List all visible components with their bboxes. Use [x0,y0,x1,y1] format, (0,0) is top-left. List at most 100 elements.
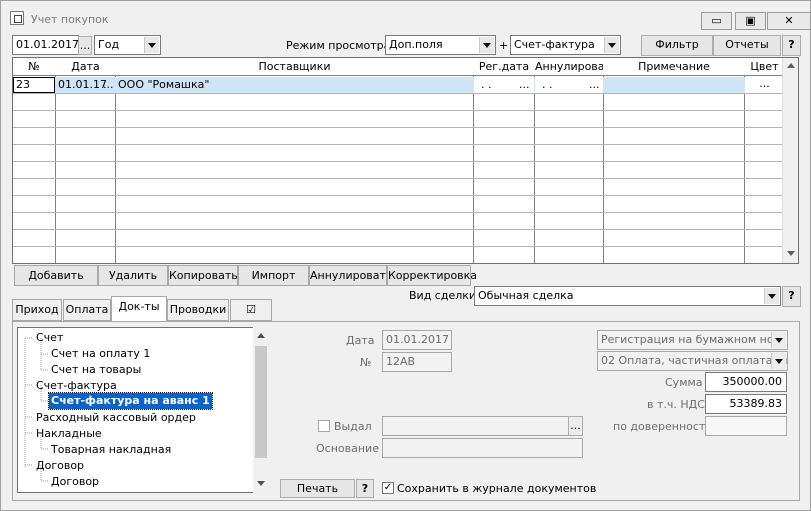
tree-node-advance-invoice[interactable]: Счет-фактура на аванс 1 [48,392,213,410]
tree-node-goods-invoice[interactable]: Счет на товары [51,362,141,378]
issued-field[interactable] [382,416,569,436]
tree-node-goods-waybill[interactable]: Товарная накладная [51,442,171,458]
documents-tree: Счет Счет на оплату 1 Счет на товары Сче… [17,327,269,493]
scroll-thumb[interactable] [255,346,267,458]
table-row[interactable] [13,196,785,213]
registration-select[interactable]: Регистрация на бумажном носит [597,330,788,350]
table-row[interactable] [13,179,785,196]
tab-income[interactable]: Приход [12,299,62,321]
table-row[interactable] [13,213,785,230]
save-journal-checkbox[interactable]: ✓ [382,482,394,494]
table-row[interactable] [13,111,785,128]
doc-date-label: Дата [346,334,375,347]
scroll-down-icon[interactable] [257,481,265,486]
sum-label: Сумма [665,376,703,389]
vat-label: в т.ч. НДС [647,398,705,411]
import-button[interactable]: Импорт [238,265,309,286]
basis-label: Основание [316,442,379,455]
chevron-down-icon [771,353,786,369]
delete-button[interactable]: Удалить [98,265,168,286]
deal-help-button[interactable]: ? [782,286,801,307]
doc-num-label: № [360,356,372,369]
issued-checkbox[interactable] [318,420,330,432]
header-note[interactable]: Примечание [604,58,744,76]
window-title: Учет покупок [31,13,109,26]
filter-button[interactable]: Фильтр [641,35,713,56]
table-row[interactable]: 23 01.01.17 ... ООО "Ромашка" . . ... . … [13,77,785,94]
purchases-window: Учет покупок ▭ ▣ ✕ 01.01.2017 ... Год Ре… [0,0,811,511]
deal-type-select[interactable]: Обычная сделка [474,286,781,306]
view-mode-value: Доп.поля [389,38,443,51]
chevron-down-icon [479,37,494,53]
tree-node-payment-invoice[interactable]: Счет на оплату 1 [51,346,150,362]
date-field[interactable]: 01.01.2017 [12,35,79,55]
tab-postings[interactable]: Проводки [167,299,229,321]
doc-date-field[interactable]: 01.01.2017 [382,330,452,350]
tree-node-contract[interactable]: Договор [36,458,84,474]
title-bar: Учет покупок ▭ ▣ ✕ [1,1,811,31]
sum-field[interactable]: 350000.00 [705,372,787,392]
cell-regdate[interactable]: . . [481,78,492,91]
table-row[interactable] [13,162,785,179]
table-row[interactable] [13,94,785,111]
header-annulled[interactable]: Аннулирован [535,58,603,76]
scroll-down-icon[interactable] [787,251,795,256]
tab-payment[interactable]: Оплата [63,299,111,321]
tab-checkbox-icon[interactable]: ☑ [230,299,272,321]
tree-node-account[interactable]: Счет [36,330,63,346]
view-mode-select[interactable]: Доп.поля [385,35,496,55]
scroll-up-icon[interactable] [787,63,795,68]
payment-select[interactable]: 02 Оплата, частичная оплата (пол [597,351,788,371]
table-row[interactable] [13,230,785,247]
doc-type-value: Счет-фактура [514,38,595,51]
reports-button[interactable]: Отчеты [713,35,781,56]
table-row[interactable] [13,128,785,145]
tab-documents[interactable]: Док-ты [111,296,167,321]
help-button[interactable]: ? [782,35,801,56]
correction-button[interactable]: Корректировка [387,265,477,286]
tree-node-contract-child[interactable]: Договор [51,474,99,490]
tree-scrollbar[interactable] [253,327,269,493]
cell-num[interactable]: 23 [13,77,55,93]
doc-num-field[interactable]: 12АВ [382,352,452,372]
issued-picker-button[interactable]: ... [568,416,583,436]
table-row[interactable] [13,247,785,263]
cell-annulled[interactable]: . . [542,78,553,91]
scroll-up-icon[interactable] [257,333,265,338]
cell-date[interactable]: 01.01.17 [58,78,107,92]
cell-color-button[interactable]: ... [745,77,784,93]
cell-date-button[interactable]: ... [103,78,114,92]
header-regdate[interactable]: Рег.дата [474,58,534,76]
proxy-label: по доверенности [613,420,713,433]
table-scrollbar[interactable] [782,58,798,263]
copy-button[interactable]: Копировать [168,265,238,286]
tree-node-cash-order[interactable]: Расходный кассовый ордер [36,410,196,426]
close-button[interactable]: ✕ [767,12,811,30]
plus-sign: + [499,39,509,52]
add-button[interactable]: Добавить [14,265,98,286]
period-select[interactable]: Год [94,35,161,55]
table-header: № Дата Поставщики Рег.дата Аннулирован П… [13,58,785,76]
doc-type-select[interactable]: Счет-фактура [510,35,621,55]
print-button[interactable]: Печать [280,479,355,498]
table-row[interactable] [13,145,785,162]
minimize-button[interactable]: ▭ [701,12,732,30]
vat-field[interactable]: 53389.83 [705,394,787,414]
date-picker-button[interactable]: ... [78,36,92,55]
cell-regdate-button[interactable]: ... [519,78,530,91]
deal-type-label: Вид сделки [409,289,477,302]
cell-supplier[interactable]: ООО "Ромашка" [118,78,209,92]
proxy-field[interactable] [705,416,787,436]
print-help-button[interactable]: ? [356,479,374,498]
tree-node-tax-invoice[interactable]: Счет-фактура [36,378,117,394]
header-suppliers[interactable]: Поставщики [116,58,473,76]
cell-annulled-button[interactable]: ... [589,78,600,91]
tree-node-waybills[interactable]: Накладные [36,426,102,442]
basis-field[interactable] [382,438,583,458]
header-date[interactable]: Дата [56,58,115,76]
header-num[interactable]: № [13,58,55,76]
restore-button[interactable]: ▣ [735,12,766,30]
header-color[interactable]: Цвет [745,58,784,76]
annul-button[interactable]: Аннулировать [309,265,392,286]
payment-value: 02 Оплата, частичная оплата (пол [601,354,788,367]
